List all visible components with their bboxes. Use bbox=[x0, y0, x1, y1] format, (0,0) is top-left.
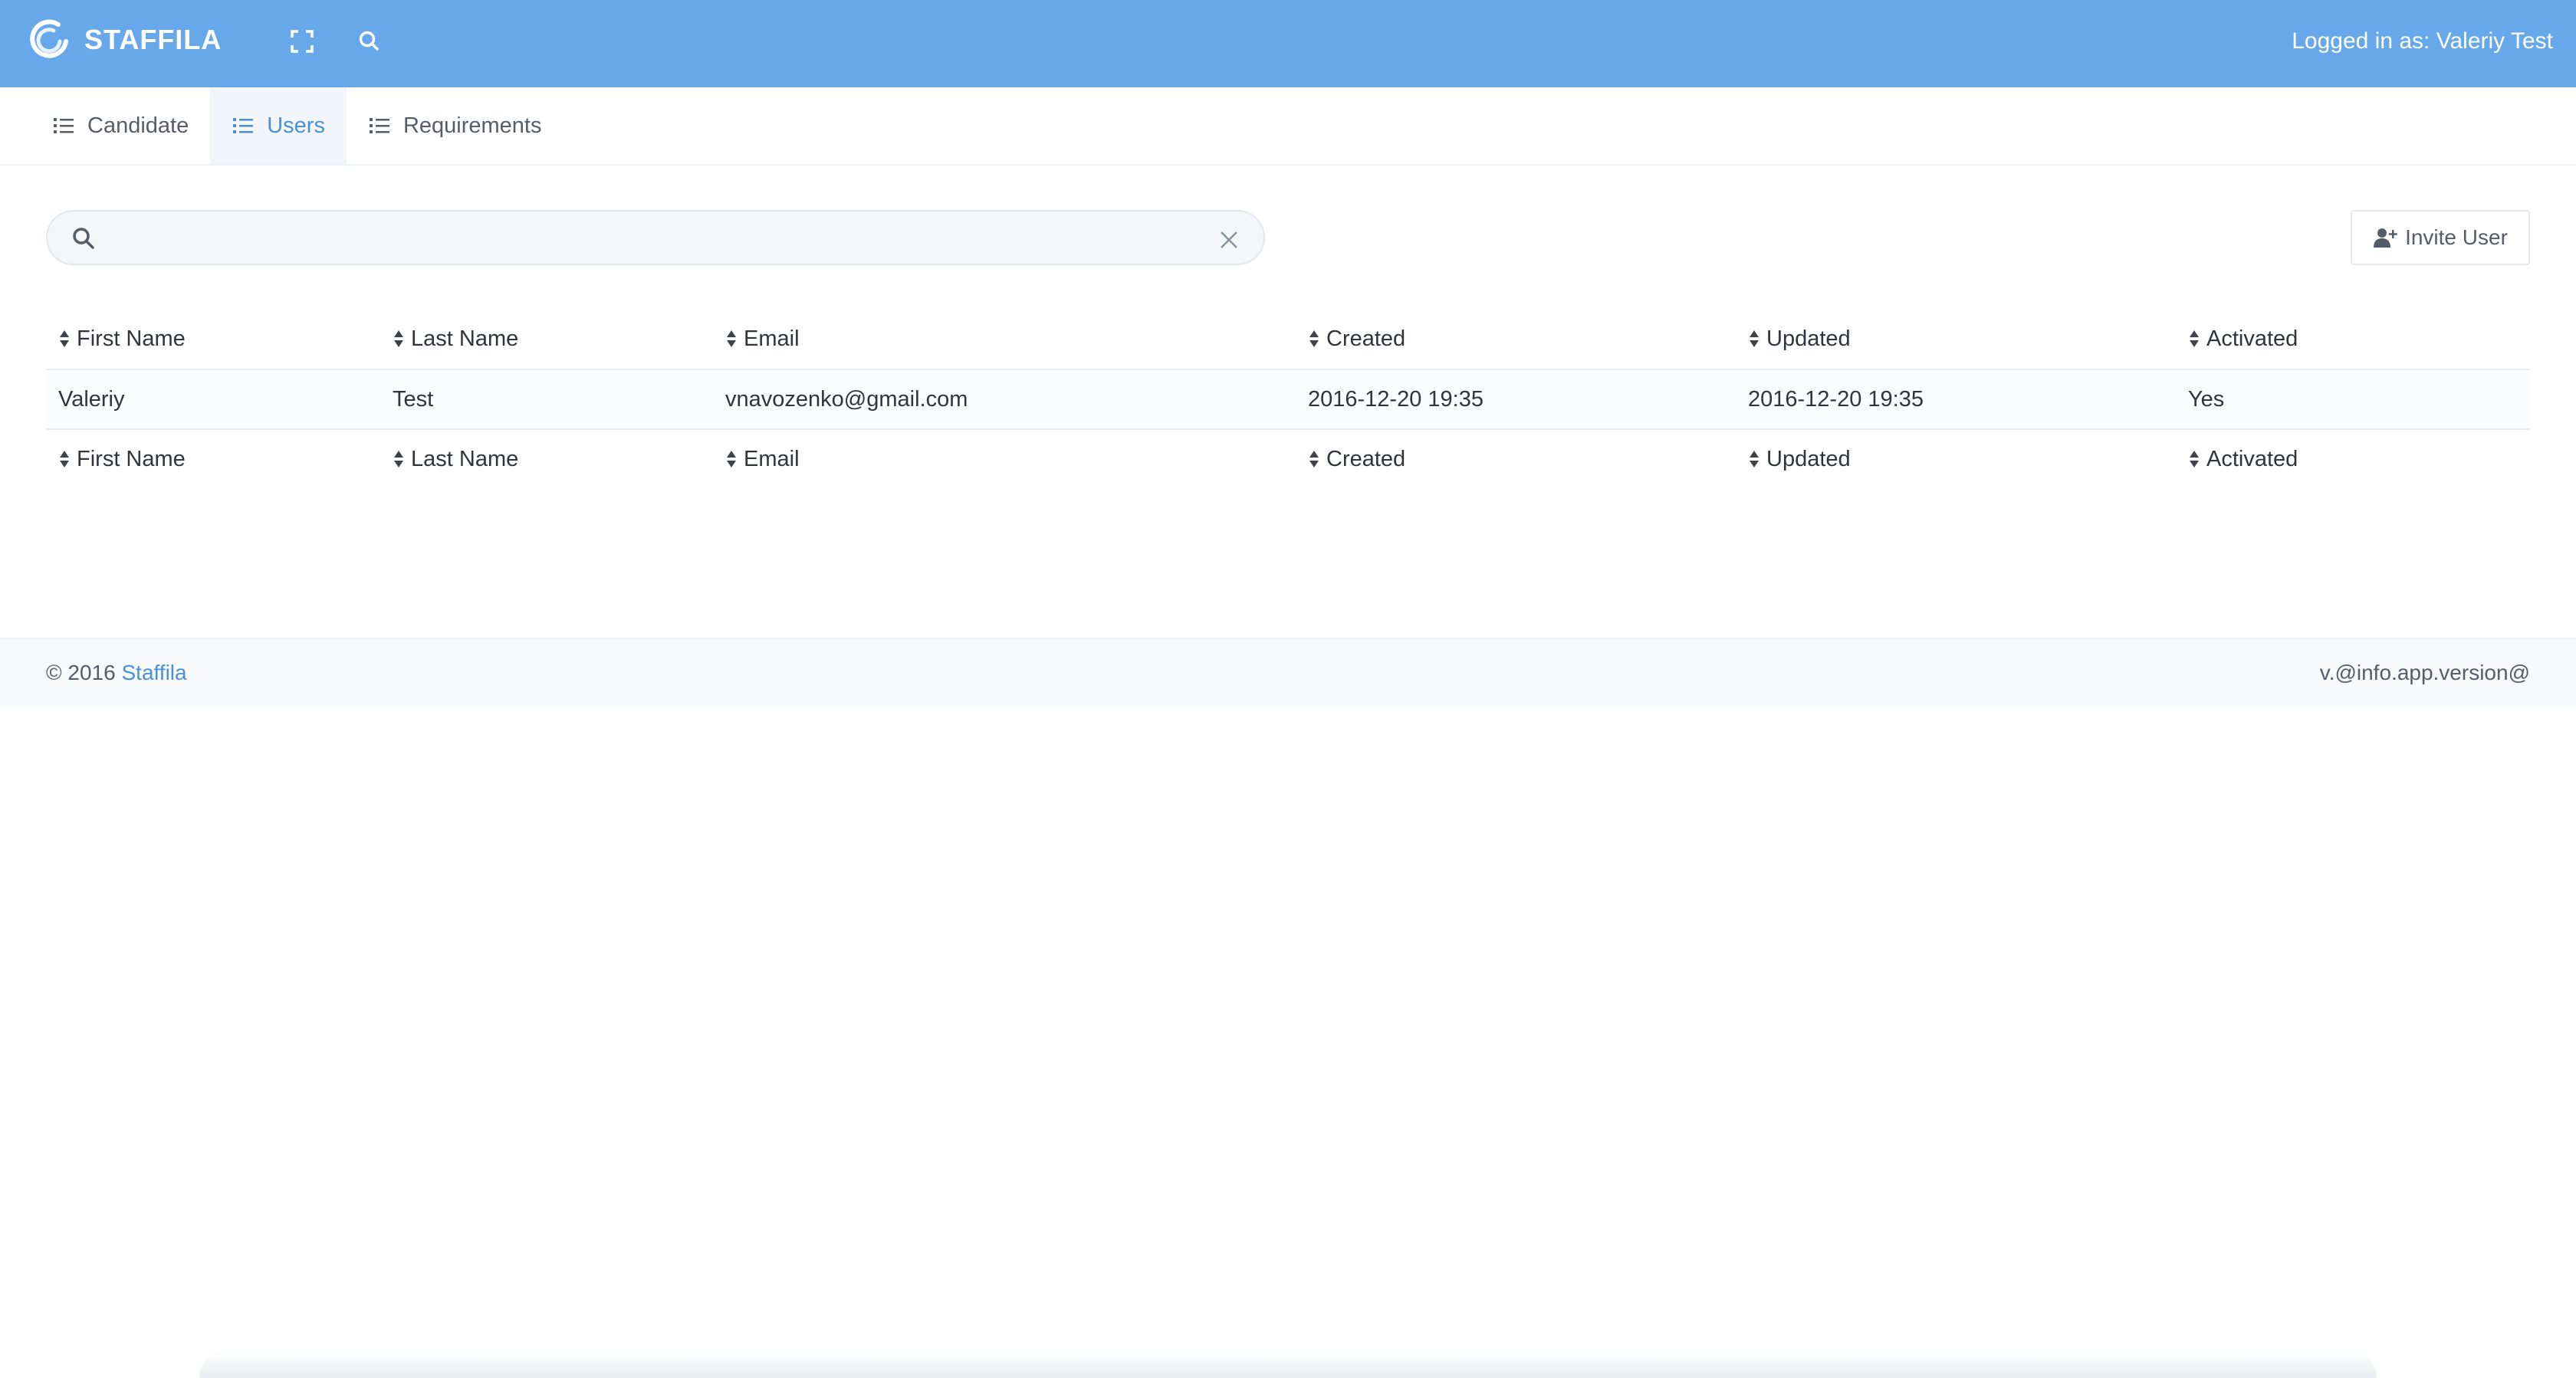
column-header-updated[interactable]: Updated bbox=[1736, 310, 2176, 369]
column-footer-first-name[interactable]: First Name bbox=[46, 429, 380, 489]
brand-logo[interactable]: STAFFILA bbox=[28, 17, 222, 63]
user-search-box bbox=[46, 210, 1265, 265]
top-navbar: STAFFILA Logged in as: Valeriy Test bbox=[0, 0, 2576, 87]
table-row[interactable]: Valeriy Test vnavozenko@gmail.com 2016-1… bbox=[46, 369, 2530, 429]
search-icon bbox=[359, 31, 379, 51]
sort-icon bbox=[1750, 330, 1759, 347]
column-footer-activated[interactable]: Activated bbox=[2176, 429, 2530, 489]
sort-icon bbox=[2190, 330, 2199, 347]
tab-label: Users bbox=[267, 113, 325, 138]
logged-in-user[interactable]: Logged in as: Valeriy Test bbox=[2292, 26, 2553, 57]
search-input[interactable] bbox=[112, 219, 1185, 256]
tab-candidate[interactable]: Candidate bbox=[31, 87, 210, 164]
list-icon bbox=[369, 118, 389, 133]
table-header-row: First Name Last Name Email Created Updat… bbox=[46, 310, 2530, 369]
staffila-link[interactable]: Staffila bbox=[121, 661, 186, 684]
copyright-text: © 2016 bbox=[46, 661, 116, 684]
cell-created: 2016-12-20 19:35 bbox=[1308, 386, 1484, 412]
brand-name: STAFFILA bbox=[84, 24, 222, 55]
fullscreen-button[interactable] bbox=[287, 26, 317, 57]
column-header-email[interactable]: Email bbox=[713, 310, 1296, 369]
sort-icon bbox=[727, 330, 736, 347]
column-footer-updated[interactable]: Updated bbox=[1736, 429, 2176, 489]
tab-label: Candidate bbox=[87, 113, 189, 138]
tab-users[interactable]: Users bbox=[210, 87, 347, 164]
sort-icon bbox=[60, 451, 69, 468]
sort-icon bbox=[1309, 451, 1319, 468]
cell-last-name: Test bbox=[393, 386, 434, 412]
add-user-icon bbox=[2374, 228, 2397, 248]
column-header-created[interactable]: Created bbox=[1296, 310, 1736, 369]
sort-icon bbox=[394, 330, 403, 347]
bottom-shadow bbox=[199, 1349, 2377, 1378]
column-footer-email[interactable]: Email bbox=[713, 429, 1296, 489]
column-header-activated[interactable]: Activated bbox=[2176, 310, 2530, 369]
list-icon bbox=[233, 118, 254, 133]
sort-icon bbox=[2190, 451, 2199, 468]
app-version: v.@info.app.version@ bbox=[2319, 661, 2530, 684]
clear-search-icon[interactable] bbox=[1217, 228, 1240, 251]
cell-email: vnavozenko@gmail.com bbox=[725, 386, 968, 412]
invite-user-label: Invite User bbox=[2405, 225, 2508, 249]
tab-requirements[interactable]: Requirements bbox=[347, 87, 564, 164]
users-table: First Name Last Name Email Created Updat… bbox=[46, 310, 2530, 489]
sort-icon bbox=[60, 330, 69, 347]
page-footer: © 2016 Staffila v.@info.app.version@ bbox=[0, 638, 2576, 707]
sort-icon bbox=[727, 451, 736, 468]
column-header-first-name[interactable]: First Name bbox=[46, 310, 380, 369]
sort-icon bbox=[1309, 330, 1319, 347]
column-header-last-name[interactable]: Last Name bbox=[380, 310, 713, 369]
cell-updated: 2016-12-20 19:35 bbox=[1748, 386, 1924, 412]
tab-bar: Candidate Users Requirements bbox=[0, 87, 2576, 166]
column-footer-last-name[interactable]: Last Name bbox=[380, 429, 713, 489]
sort-icon bbox=[394, 451, 403, 468]
list-icon bbox=[54, 118, 74, 133]
column-footer-created[interactable]: Created bbox=[1296, 429, 1736, 489]
fullscreen-icon bbox=[291, 30, 314, 53]
sort-icon bbox=[1750, 451, 1759, 468]
invite-user-button[interactable]: Invite User bbox=[2351, 210, 2530, 265]
cell-activated: Yes bbox=[2188, 386, 2225, 412]
table-footer-row: First Name Last Name Email Created Updat… bbox=[46, 429, 2530, 489]
cell-first-name: Valeriy bbox=[58, 386, 125, 412]
tab-label: Requirements bbox=[402, 113, 542, 138]
search-icon bbox=[73, 228, 94, 249]
staffila-logo-icon bbox=[30, 19, 68, 58]
header-search-button[interactable] bbox=[354, 26, 385, 57]
copyright: © 2016 Staffila bbox=[46, 661, 187, 685]
